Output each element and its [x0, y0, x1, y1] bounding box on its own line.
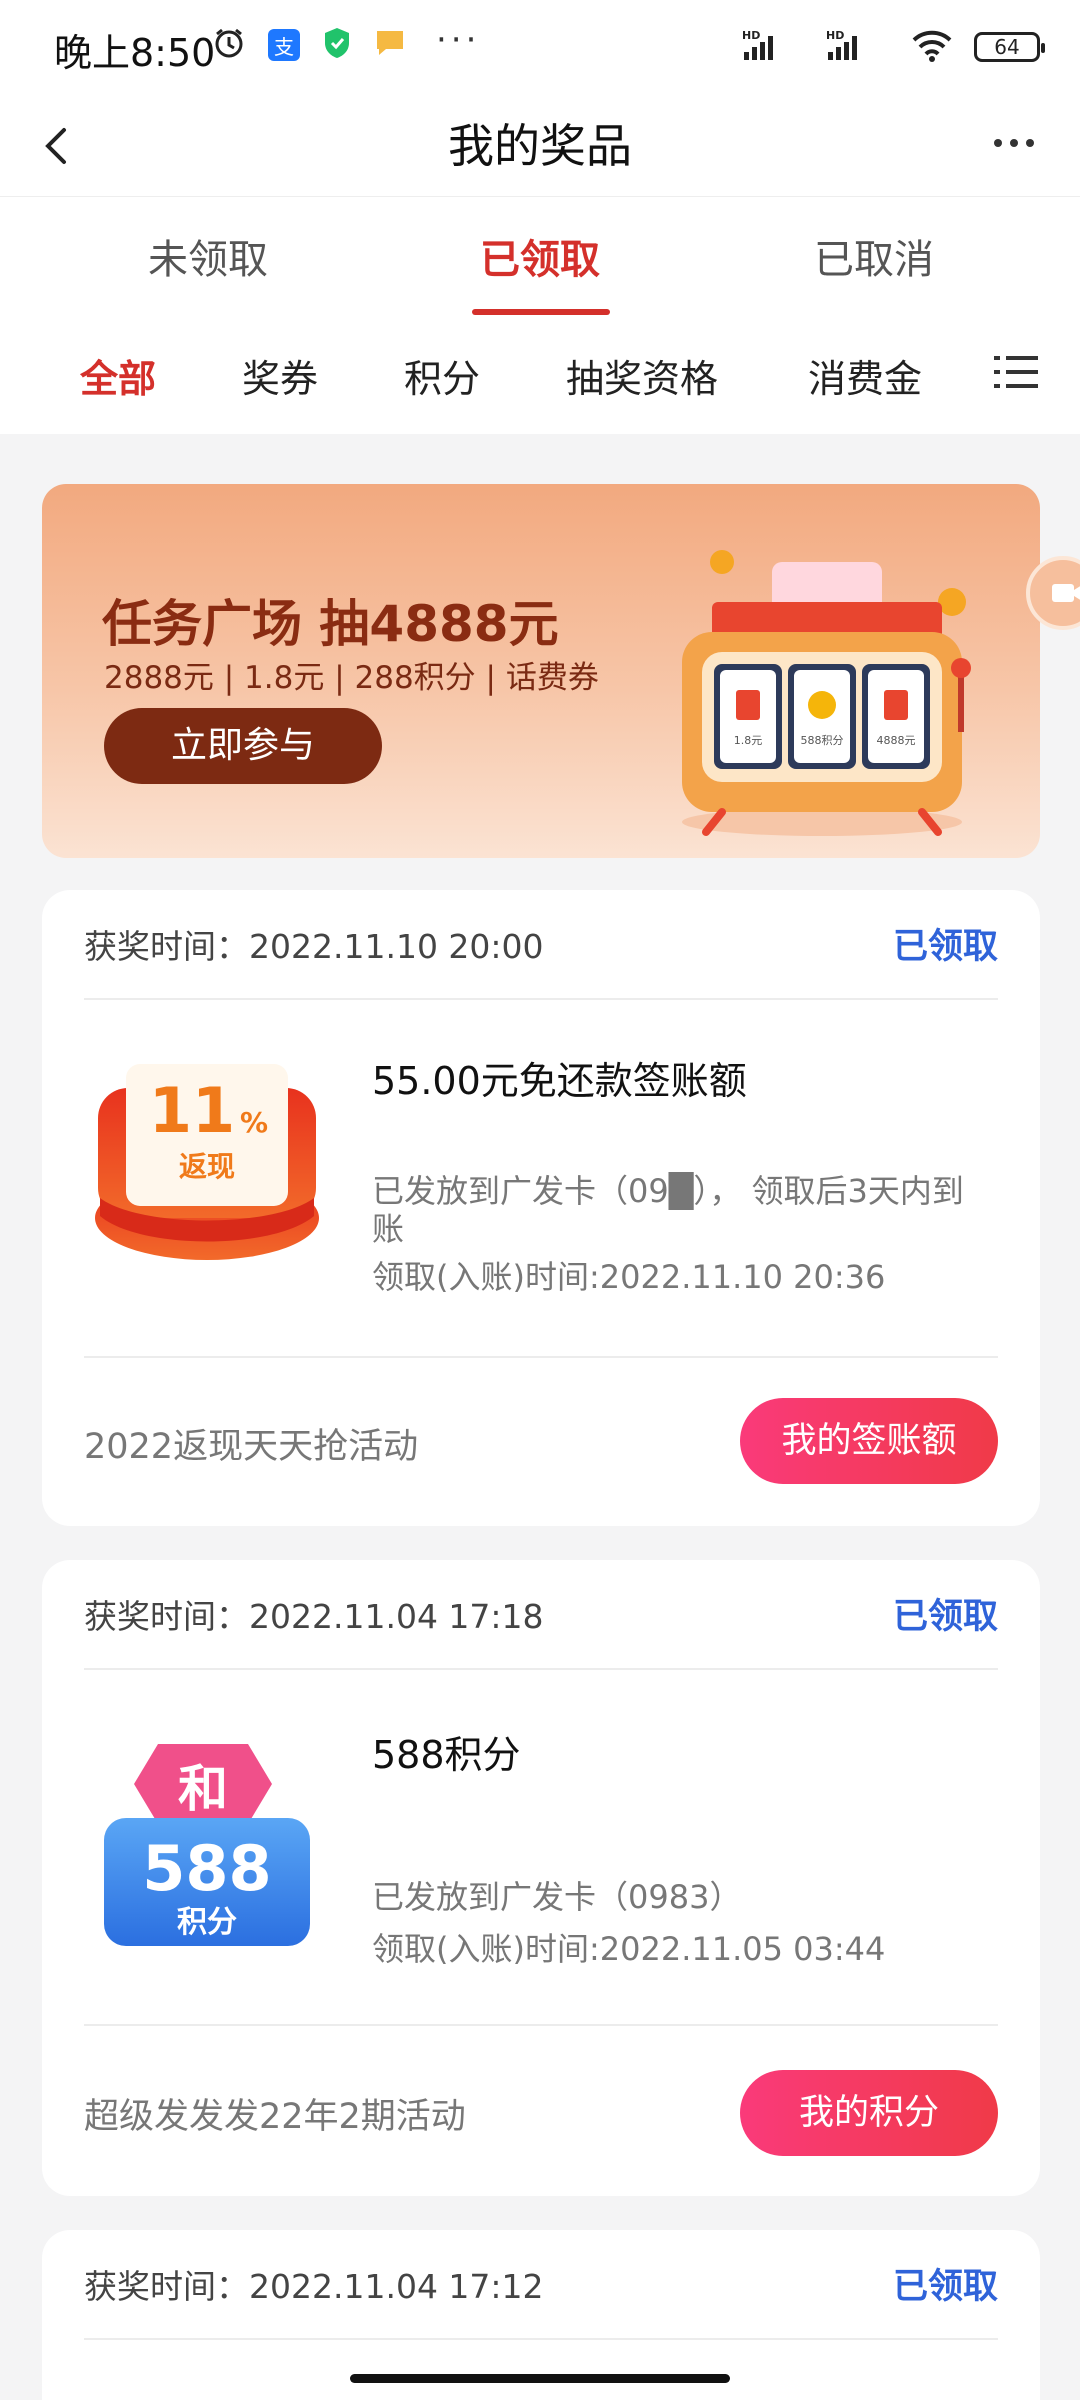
- prize-time: 获奖时间：2022.11.04 17:12: [84, 2267, 544, 2306]
- slot-label-3: 4888元: [877, 734, 916, 747]
- divider: [84, 2338, 998, 2340]
- prize-name: 588积分: [372, 1733, 521, 1777]
- category-coupons[interactable]: 奖券: [242, 348, 318, 403]
- points-badge-image: 和 588 积分: [98, 1734, 318, 1964]
- list-menu-icon[interactable]: [994, 352, 1038, 392]
- cashback-badge-image: 11 % 返现: [92, 1058, 322, 1268]
- activity-name: 超级发发发22年2期活动: [84, 2097, 466, 2137]
- more-options-icon[interactable]: [984, 118, 1044, 168]
- banner-title: 任务广场 抽4888元: [102, 595, 559, 653]
- prize-card: 获奖时间：2022.11.10 20:00 已领取 11 % 返现 55.00元…: [42, 890, 1040, 1526]
- prize-delivery-info: 已发放到广发卡（09█）， 领取后3天内到账: [372, 1172, 964, 1248]
- battery-icon: 64: [974, 32, 1045, 62]
- category-tabs: 全部 奖券 积分 抽奖资格 消费金: [0, 322, 1080, 434]
- signal-hd-label-2: HD: [826, 29, 844, 42]
- divider: [84, 998, 998, 1000]
- divider: [84, 2024, 998, 2026]
- divider: [84, 1356, 998, 1358]
- alarm-icon: [212, 26, 246, 64]
- category-all[interactable]: 全部: [80, 348, 156, 403]
- status-bar: 晚上8:50 支 ··· HD HD 64: [0, 0, 1080, 92]
- prize-name: 55.00元免还款签账额: [372, 1059, 747, 1103]
- promo-banner[interactable]: 任务广场 抽4888元 2888元 | 1.8元 | 288积分 | 话费券 立…: [42, 484, 1040, 858]
- prize-time: 获奖时间：2022.11.04 17:18: [84, 1597, 544, 1636]
- status-badge: 已领取: [892, 1597, 998, 1637]
- prize-claim-time: 领取(入账)时间:2022.11.05 03:44: [372, 1930, 886, 1968]
- banner-subtitle: 2888元 | 1.8元 | 288积分 | 话费券: [104, 660, 599, 696]
- slot-label-1: 1.8元: [734, 734, 763, 747]
- shield-icon: [322, 26, 352, 64]
- floating-video-icon[interactable]: [1026, 556, 1080, 630]
- tab-unclaimed[interactable]: 未领取: [88, 227, 328, 285]
- page-title: 我的奖品: [448, 119, 632, 173]
- status-badge: 已领取: [892, 927, 998, 967]
- more-dots-icon: ···: [436, 20, 481, 60]
- badge-cashback-label: 返现: [179, 1150, 235, 1183]
- badge-percent-sign: %: [240, 1106, 268, 1139]
- signal-icon-2: HD: [826, 28, 890, 66]
- category-lottery[interactable]: 抽奖资格: [566, 348, 718, 403]
- divider: [84, 1668, 998, 1670]
- signal-hd-label: HD: [742, 29, 760, 42]
- main-tabs: 未领取 已领取 已取消: [0, 196, 1080, 322]
- my-credit-button[interactable]: 我的签账额: [740, 1398, 998, 1484]
- category-spending[interactable]: 消费金: [808, 348, 922, 403]
- status-badge: 已领取: [892, 2267, 998, 2307]
- badge-brand-char: 和: [178, 1760, 228, 1818]
- active-tab-indicator: [472, 309, 610, 315]
- message-icon: [374, 28, 406, 62]
- tab-cancelled[interactable]: 已取消: [754, 227, 994, 285]
- join-now-button[interactable]: 立即参与: [104, 708, 382, 784]
- prize-time: 获奖时间：2022.11.10 20:00: [84, 927, 544, 966]
- badge-points-label: 积分: [177, 1905, 237, 1940]
- status-time: 晚上8:50: [54, 31, 216, 75]
- home-indicator[interactable]: [350, 2374, 730, 2383]
- slot-machine-illustration: 1.8元 588积分 4888元: [662, 522, 992, 842]
- my-points-button[interactable]: 我的积分: [740, 2070, 998, 2156]
- tab-claimed[interactable]: 已领取: [420, 227, 660, 285]
- nav-bar: 我的奖品: [0, 92, 1080, 196]
- alipay-icon: 支: [268, 29, 300, 61]
- prize-delivery-info: 已发放到广发卡（0983）: [372, 1878, 742, 1916]
- wifi-icon: [910, 28, 954, 66]
- prize-card: 获奖时间：2022.11.04 17:18 已领取 和 588 积分 588积分…: [42, 1560, 1040, 2196]
- slot-label-2: 588积分: [801, 734, 844, 747]
- signal-icon: HD: [742, 28, 806, 66]
- badge-points-value: 588: [142, 1832, 271, 1905]
- prize-claim-time: 领取(入账)时间:2022.11.10 20:36: [372, 1258, 886, 1296]
- badge-percent-value: 11: [149, 1074, 235, 1147]
- category-points[interactable]: 积分: [404, 348, 480, 403]
- activity-name: 2022返现天天抢活动: [84, 1427, 419, 1467]
